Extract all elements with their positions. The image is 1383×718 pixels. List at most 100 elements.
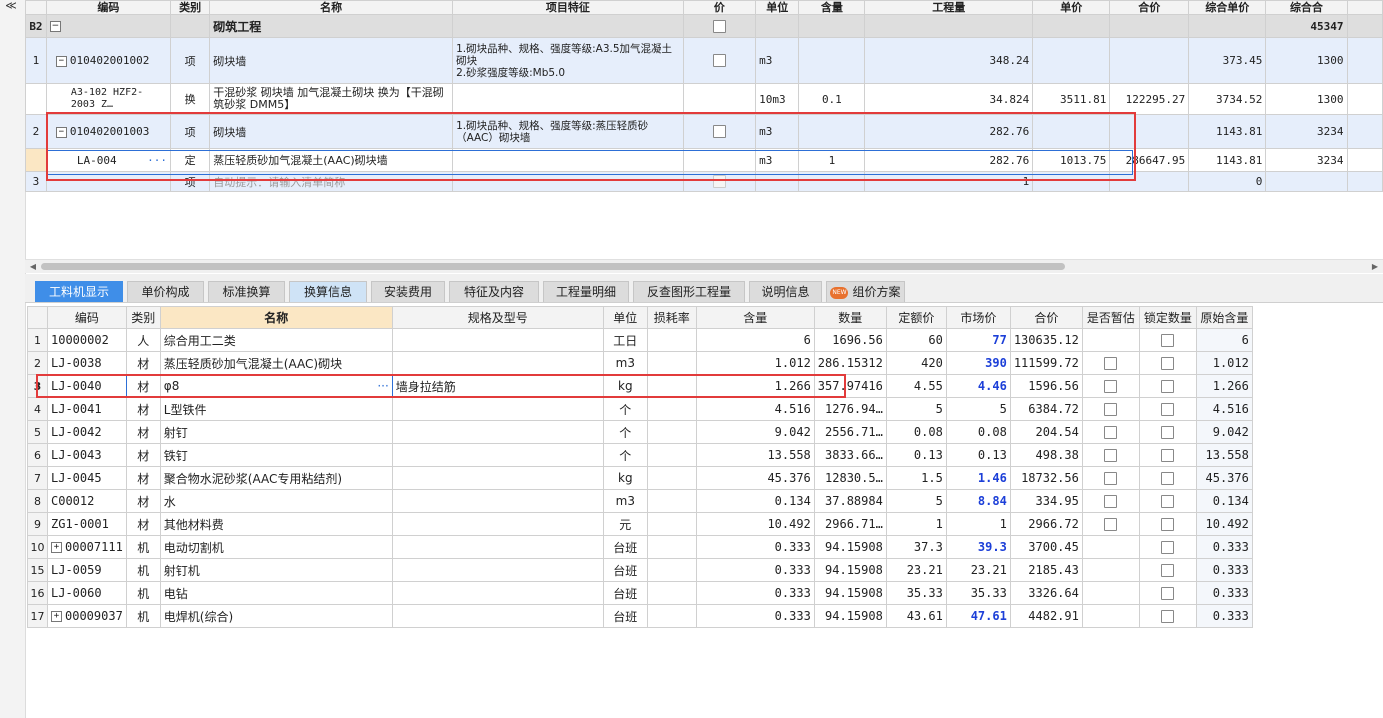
quantity-cell[interactable]: 12830.5…: [813, 466, 887, 490]
type-cell[interactable]: 材: [125, 397, 161, 421]
composite-price-cell[interactable]: 1143.81: [1188, 148, 1267, 172]
provisional-cell[interactable]: [1081, 328, 1140, 352]
tab-quantity-detail[interactable]: 工程量明细: [543, 281, 629, 302]
checkbox[interactable]: [712, 19, 726, 33]
composite-total-cell[interactable]: 3234: [1265, 114, 1348, 149]
spec-cell[interactable]: [391, 512, 604, 536]
quantity-cell[interactable]: 37.88984: [813, 489, 887, 513]
quantity-cell[interactable]: 94.15908: [813, 581, 887, 605]
original-content-cell[interactable]: 0.333: [1195, 581, 1253, 605]
table-row[interactable]: A3-102 HZF2-2003 Z… 换 干混砂浆 砌块墙 加气混凝土砌块 换…: [25, 83, 1383, 115]
original-content-cell[interactable]: 0.333: [1195, 604, 1253, 628]
col-price-flag[interactable]: 价: [682, 0, 757, 15]
code-cell[interactable]: LJ-0045: [47, 466, 127, 490]
market-price-cell[interactable]: 23.21: [945, 558, 1011, 582]
quota-price-cell[interactable]: 0.13: [885, 443, 947, 467]
code-cell[interactable]: [45, 171, 171, 192]
horizontal-scrollbar[interactable]: ◀ ▶: [25, 259, 1383, 273]
unit-cell[interactable]: 10m3: [755, 83, 800, 115]
col-lock-quantity[interactable]: 锁定数量: [1138, 306, 1197, 329]
provisional-cell[interactable]: [1081, 535, 1140, 559]
content-cell[interactable]: 9.042: [695, 420, 815, 444]
table-row[interactable]: 7 LJ-0045 材聚合物水泥砂浆(AAC专用粘结剂) kg 45.376 12830.…: [27, 466, 1253, 490]
tab-install-fee[interactable]: 安装费用: [371, 281, 445, 302]
unit-cell[interactable]: m3: [755, 114, 800, 149]
market-price-cell[interactable]: 8.84: [945, 489, 1011, 513]
col-unit[interactable]: 单位: [602, 306, 648, 329]
checkbox[interactable]: [1161, 564, 1175, 577]
quantity-cell[interactable]: 34.824: [864, 83, 1034, 115]
code-cell[interactable]: LJ-0038: [47, 351, 127, 375]
unit-cell[interactable]: 台班: [602, 604, 648, 628]
type-cell[interactable]: 材: [125, 466, 161, 490]
collapse-panel-icon[interactable]: ≪: [3, 0, 19, 11]
loss-rate-cell[interactable]: [646, 351, 697, 375]
name-cell[interactable]: 砌筑工程: [209, 14, 454, 38]
market-price-cell[interactable]: 390: [945, 351, 1011, 375]
content-cell[interactable]: [798, 171, 866, 192]
lock-quantity-cell[interactable]: [1138, 489, 1197, 513]
type-cell[interactable]: 换: [169, 83, 211, 115]
spec-cell[interactable]: [391, 328, 604, 352]
lock-quantity-cell[interactable]: [1138, 466, 1197, 490]
content-cell[interactable]: [798, 37, 866, 84]
type-cell[interactable]: 人: [125, 328, 161, 352]
scrollbar-thumb[interactable]: [41, 263, 1065, 270]
quota-price-cell[interactable]: 23.21: [885, 558, 947, 582]
name-cell[interactable]: 射钉: [159, 420, 393, 444]
unit-cell[interactable]: m3: [602, 489, 648, 513]
original-content-cell[interactable]: 9.042: [1195, 420, 1253, 444]
col-quantity[interactable]: 数量: [813, 306, 887, 329]
col-name[interactable]: 名称: [159, 306, 393, 329]
total-cell[interactable]: 111599.72: [1009, 351, 1083, 375]
type-cell[interactable]: 材: [125, 443, 161, 467]
quantity-cell[interactable]: 286.15312: [813, 351, 887, 375]
composite-total-cell[interactable]: [1265, 171, 1348, 192]
feature-cell[interactable]: [452, 14, 684, 38]
table-row[interactable]: 8 C00012 材水 m3 0.134 37.88984 5 8.84 334.95 0.134: [27, 489, 1253, 513]
unit-cell[interactable]: 工日: [602, 328, 648, 352]
checkbox[interactable]: [1161, 380, 1175, 393]
table-row[interactable]: 4 LJ-0041 材 L型铁件个 4.516 1276.94… 5 5 6384.72 4.51…: [27, 397, 1253, 421]
checkbox[interactable]: [1161, 495, 1175, 508]
checkbox[interactable]: [1161, 357, 1175, 370]
total-cell[interactable]: 2966.72: [1009, 512, 1083, 536]
market-price-cell[interactable]: 4.46: [945, 374, 1011, 398]
content-cell[interactable]: [798, 14, 866, 38]
collapse-toggle-icon[interactable]: −: [55, 126, 67, 138]
code-cell[interactable]: ZG1-0001: [47, 512, 127, 536]
col-spec[interactable]: 规格及型号: [391, 306, 604, 329]
unit-price-cell[interactable]: [1032, 171, 1111, 192]
loss-rate-cell[interactable]: [646, 374, 697, 398]
original-content-cell[interactable]: 1.012: [1195, 351, 1253, 375]
content-cell[interactable]: 0.333: [695, 604, 815, 628]
content-cell[interactable]: [798, 114, 866, 149]
unit-price-cell[interactable]: 1013.75: [1032, 148, 1111, 172]
quantity-cell[interactable]: 2966.71…: [813, 512, 887, 536]
unit-price-cell[interactable]: [1032, 14, 1111, 38]
loss-rate-cell[interactable]: [646, 489, 697, 513]
total-cell[interactable]: [1109, 171, 1190, 192]
more-options-icon[interactable]: ···: [377, 379, 388, 393]
content-cell[interactable]: 6: [695, 328, 815, 352]
spec-cell[interactable]: [391, 351, 604, 375]
table-row[interactable]: 3 LJ-0040 材 φ8 ··· 墙身拉结筋 kg 1.266 357.97416 4.55 4…: [27, 374, 1253, 398]
quota-price-cell[interactable]: 35.33: [885, 581, 947, 605]
quota-price-cell[interactable]: 60: [885, 328, 947, 352]
code-cell[interactable]: LJ-0060: [47, 581, 127, 605]
unit-cell[interactable]: 台班: [602, 558, 648, 582]
content-cell[interactable]: 13.558: [695, 443, 815, 467]
checkbox[interactable]: [1161, 334, 1175, 347]
spec-cell[interactable]: [391, 420, 604, 444]
expand-toggle-icon[interactable]: +: [51, 611, 62, 622]
feature-cell[interactable]: 1.砌块品种、规格、强度等级:A3.5加气混凝土砌块 2.砂浆强度等级:Mb5.…: [452, 37, 684, 84]
total-cell[interactable]: 334.95: [1009, 489, 1083, 513]
col-type[interactable]: 类别: [125, 306, 161, 329]
col-market-price[interactable]: 市场价: [945, 306, 1011, 329]
collapse-toggle-icon[interactable]: −: [49, 21, 61, 32]
table-row[interactable]: 2 −010402001003 项 砌块墙 1.砌块品种、规格、强度等级:蒸压轻…: [25, 114, 1383, 149]
expand-toggle-icon[interactable]: +: [51, 542, 62, 553]
original-content-cell[interactable]: 13.558: [1195, 443, 1253, 467]
quantity-cell[interactable]: 94.15908: [813, 535, 887, 559]
total-cell[interactable]: 6384.72: [1009, 397, 1083, 421]
